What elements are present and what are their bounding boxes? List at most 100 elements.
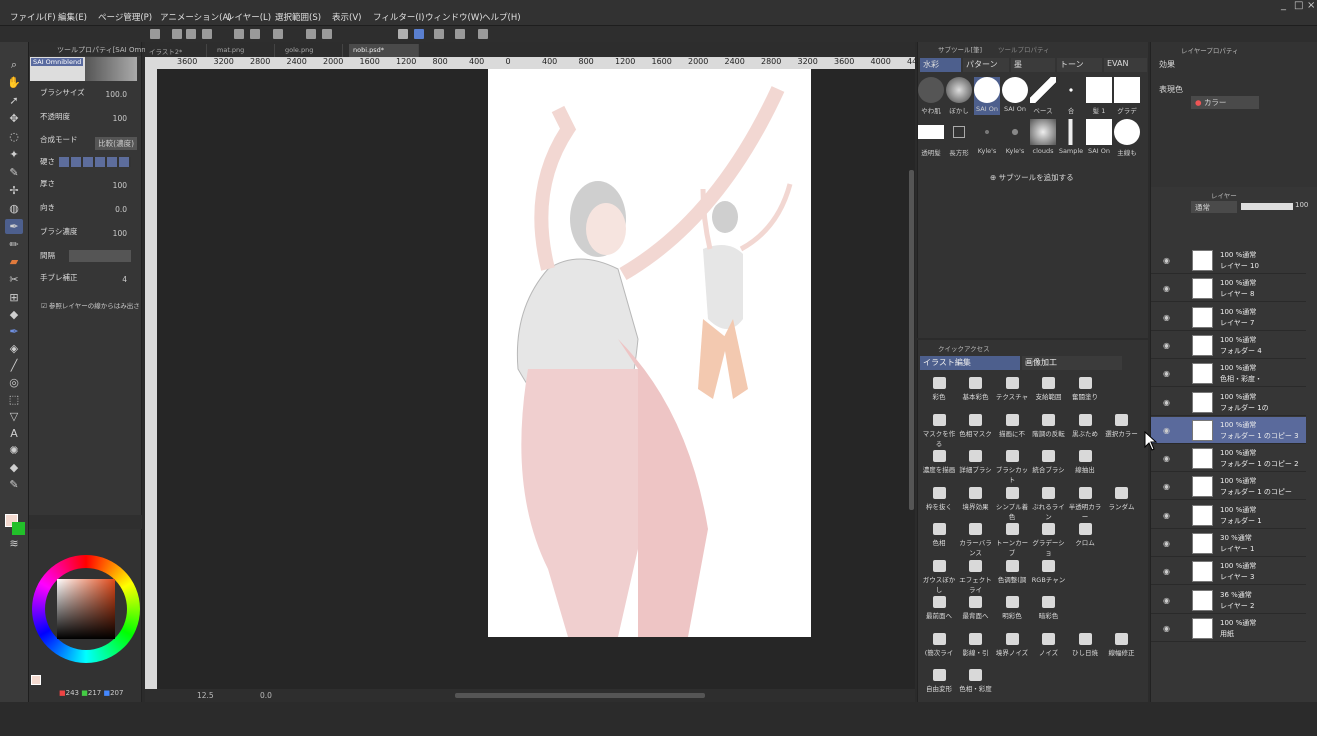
menu-filter[interactable]: フィルター(I) [373,11,424,23]
quick-access-button[interactable]: グラデーショ [1031,523,1067,557]
quick-access-button[interactable]: 彩色 [921,377,957,411]
vertical-scrollbar[interactable] [909,170,914,510]
tab-nobi[interactable]: nobi.psd* [349,44,419,57]
pencil-icon[interactable]: ✏ [5,237,23,252]
eye-icon[interactable]: ◉ [1163,454,1170,463]
brush-item[interactable]: Kyle's [974,119,1000,157]
spacing-row[interactable]: 間隔 [37,247,137,269]
brush-item[interactable]: Sample [1058,119,1084,157]
eyedropper-icon[interactable]: ✎ [5,165,23,180]
close-button[interactable]: × [1307,0,1315,11]
quick-access-button[interactable]: ノイズ [1031,632,1067,667]
layer-row[interactable]: ◉ 100 %通常 色相・彩度・ [1151,360,1306,388]
layer-row[interactable]: ◉ 100 %通常 フォルダー 1 [1151,502,1306,529]
layer-row[interactable]: ◉ 100 %通常 レイヤー 7 [1151,304,1306,331]
horizontal-scrollbar[interactable] [455,693,705,698]
quick-access-button[interactable]: 枠を抜く [921,486,957,521]
layer-row[interactable]: ◉ 100 %通常 フォルダー 4 [1151,332,1306,359]
clear-icon[interactable] [273,29,283,39]
brush-item[interactable]: やわ肌 [918,77,944,115]
magic-wand-icon[interactable]: ✦ [5,147,23,162]
brush-item[interactable]: グラデ [1114,77,1140,115]
layer-row[interactable]: ◉ 100 %通常 フォルダー 1 のコピー 2 [1151,445,1306,473]
snap-icon[interactable] [398,29,408,39]
quick-access-button[interactable]: テクスチャ [994,377,1030,411]
eye-icon[interactable]: ◉ [1163,567,1170,576]
quick-access-button[interactable]: 色相 [921,523,957,557]
tab-watercolor[interactable]: 水彩 [920,58,961,72]
saturation-square[interactable] [57,579,115,639]
brush-item-selected[interactable]: SAI On [974,77,1000,115]
tab-illust2[interactable]: イラスト2* [145,44,207,57]
layer-opacity-slider[interactable] [1241,203,1293,210]
quick-access-button[interactable]: 描画に不 [994,413,1030,448]
menu-window[interactable]: ウィンドウ(W) [425,11,483,23]
brush-item[interactable]: 合 [1058,77,1084,115]
opacity-row[interactable]: 不透明度 100 [37,108,137,130]
quick-access-button[interactable]: 基本彩色 [958,377,994,411]
brush-item[interactable]: ぼかし [946,77,972,115]
hardness-selector[interactable] [59,157,131,167]
transparent-color-icon[interactable]: ≋ [5,536,23,551]
brush-density-row[interactable]: ブラシ濃度 100 [37,223,137,245]
menu-file[interactable]: ファイル(F) [10,11,56,23]
quick-access-button[interactable]: 選択カラー [1104,413,1140,448]
snap-grid-icon[interactable] [434,29,444,39]
layer-row[interactable]: ◉ 36 %通常 レイヤー 2 [1151,587,1306,614]
save-icon[interactable] [202,29,212,39]
layer-row[interactable]: ◉ 100 %通常 レイヤー 3 [1151,558,1306,586]
brush-size-row[interactable]: ブラシサイズ 100.0 [37,84,137,106]
quick-access-button[interactable]: ブラシカット [994,450,1030,484]
hardness-row[interactable]: 硬さ [37,153,137,175]
quick-access-button[interactable]: 線抽出 [1067,450,1103,484]
eraser-icon[interactable]: ◆ [5,307,23,322]
ruler-icon[interactable]: ▽ [5,409,23,424]
quick-access-button[interactable]: 影線・引 [958,632,994,667]
brush-item[interactable]: 長方形 [946,119,972,157]
tab-mat[interactable]: mat.png [213,44,275,57]
paint-icon[interactable]: ✎ [5,477,23,492]
decoration-icon[interactable]: ⊞ [5,290,23,305]
menu-view[interactable]: 表示(V) [332,11,361,23]
eye-icon[interactable]: ◉ [1163,596,1170,605]
quick-access-button[interactable]: ぶれるライン [1031,486,1067,521]
quick-access-button[interactable]: 最前面へ [921,596,957,630]
canvas-paper[interactable] [488,69,811,637]
blend-brush-icon[interactable]: ✒ [5,324,23,339]
fill-icon[interactable] [306,29,316,39]
thickness-row[interactable]: 厚さ 100 [37,175,137,197]
maximize-button[interactable]: □ [1294,0,1303,11]
add-subtool-button[interactable]: ⊕ サブツールを追加する [990,172,1074,183]
blend-mode-select[interactable]: 通常 [1191,201,1237,213]
lasso-icon[interactable]: ◌ [5,129,23,144]
tab-gole[interactable]: gole.png [281,44,343,57]
direction-row[interactable]: 向き 0.0 [37,199,137,221]
color-panel-tabs[interactable] [29,515,142,529]
tab-evan[interactable]: EVAN [1104,58,1147,72]
brush-item[interactable]: SAI On [1002,77,1028,115]
direction-value[interactable]: 0.0 [115,205,127,214]
menu-animation[interactable]: アニメーション(A) [160,11,232,23]
operation-icon[interactable]: ➚ [5,93,23,108]
quick-access-button[interactable]: 暗彩色 [1031,596,1067,630]
stabilization-value[interactable]: 4 [122,275,127,284]
quick-access-button[interactable]: 色相・彩度 [958,669,994,703]
quick-access-button[interactable]: 統合ブラシ [1031,450,1067,484]
quick-access-button[interactable]: 線幅修正 [1104,632,1140,667]
move-icon[interactable]: ✥ [5,111,23,126]
quick-access-button[interactable]: ガウスぼかし [921,559,957,594]
brush-item[interactable]: SAI On [1086,119,1112,157]
quick-access-button[interactable]: 濃度を描画 [921,450,957,484]
layer-row[interactable]: ◉ 100 %通常 レイヤー 10 [1151,247,1306,274]
layer-opacity-value[interactable]: 100 [1295,201,1308,209]
blend-mode-select[interactable]: 比較(濃度) [95,137,137,150]
quick-access-button[interactable]: マスクを作る [921,413,957,448]
brush-item[interactable]: 主線も [1114,119,1140,157]
eye-icon[interactable]: ◉ [1163,398,1170,407]
quick-access-button[interactable]: エフェクトライ [958,559,994,594]
menu-edit[interactable]: 編集(E) [58,11,87,23]
zoom-icon[interactable]: ⌕ [5,57,23,72]
quick-access-button[interactable]: クロム [1067,523,1103,557]
layer-row[interactable]: ◉ 100 %通常 フォルダー 1 のコピー 3 [1151,416,1306,444]
brush-item[interactable]: clouds [1030,119,1056,157]
